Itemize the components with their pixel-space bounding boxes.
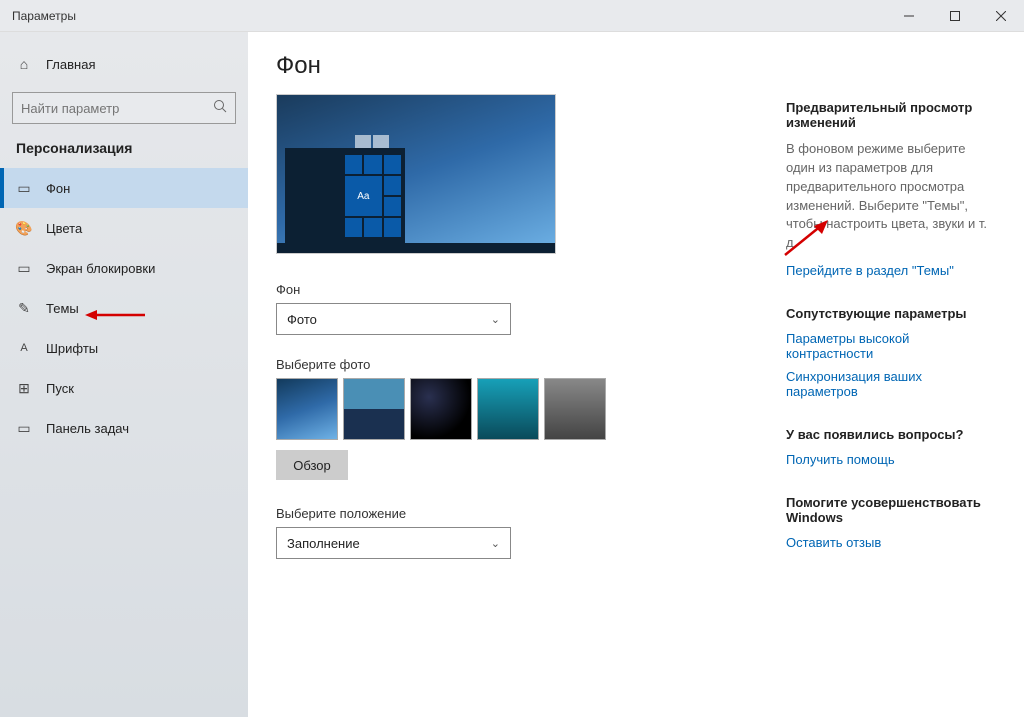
themes-icon: ✎	[16, 300, 32, 316]
main-content: Фон Aa Фон Фото ⌄ Выберите фото	[248, 32, 1024, 717]
sidebar-item-taskbar[interactable]: ▭ Панель задач	[0, 408, 248, 448]
thumbnail[interactable]	[410, 378, 472, 440]
related-title: Сопутствующие параметры	[786, 306, 996, 321]
close-button[interactable]	[978, 0, 1024, 32]
sidebar-item-label: Панель задач	[46, 421, 129, 436]
background-select[interactable]: Фото ⌄	[276, 303, 511, 335]
picture-icon: ▭	[16, 180, 32, 196]
page-title: Фон	[276, 52, 746, 80]
lockscreen-icon: ▭	[16, 260, 32, 276]
start-icon: ⊞	[16, 380, 32, 396]
search-input[interactable]	[21, 101, 213, 116]
background-select-value: Фото	[287, 312, 317, 327]
feedback-title: Помогите усовершенствовать Windows	[786, 495, 996, 525]
sync-settings-link[interactable]: Синхронизация ваших параметров	[786, 369, 996, 399]
thumbnail[interactable]	[477, 378, 539, 440]
annotation-arrow	[780, 220, 830, 260]
sidebar-item-label: Цвета	[46, 221, 82, 236]
feedback-link[interactable]: Оставить отзыв	[786, 535, 996, 550]
fit-select[interactable]: Заполнение ⌄	[276, 527, 511, 559]
sidebar-item-fonts[interactable]: A Шрифты	[0, 328, 248, 368]
home-link[interactable]: ⌂ Главная	[0, 44, 248, 84]
chevron-down-icon: ⌄	[491, 313, 500, 326]
window-title: Параметры	[12, 9, 76, 23]
minimize-button[interactable]	[886, 0, 932, 32]
side-panel: Предварительный просмотр изменений В фон…	[786, 52, 996, 697]
chevron-down-icon: ⌄	[491, 537, 500, 550]
background-label: Фон	[276, 282, 746, 297]
annotation-arrow	[85, 307, 145, 323]
sidebar-item-label: Темы	[46, 301, 79, 316]
photo-thumbnails	[276, 378, 746, 440]
search-box[interactable]	[12, 92, 236, 124]
browse-button[interactable]: Обзор	[276, 450, 348, 480]
help-title: У вас появились вопросы?	[786, 427, 996, 442]
palette-icon: 🎨	[16, 220, 32, 236]
sidebar-item-label: Шрифты	[46, 341, 98, 356]
sidebar-item-label: Фон	[46, 181, 70, 196]
sidebar-item-label: Экран блокировки	[46, 261, 155, 276]
choose-photo-label: Выберите фото	[276, 357, 746, 372]
sidebar: ⌂ Главная Персонализация ▭ Фон 🎨 Цвета ▭…	[0, 32, 248, 717]
title-bar: Параметры	[0, 0, 1024, 32]
fit-label: Выберите положение	[276, 506, 746, 521]
high-contrast-link[interactable]: Параметры высокой контрастности	[786, 331, 996, 361]
desktop-preview: Aa	[276, 94, 556, 254]
search-icon	[213, 99, 227, 118]
sidebar-item-background[interactable]: ▭ Фон	[0, 168, 248, 208]
preview-changes-title: Предварительный просмотр изменений	[786, 100, 996, 130]
home-icon: ⌂	[16, 56, 32, 72]
home-label: Главная	[46, 57, 95, 72]
get-help-link[interactable]: Получить помощь	[786, 452, 996, 467]
maximize-button[interactable]	[932, 0, 978, 32]
thumbnail[interactable]	[343, 378, 405, 440]
fonts-icon: A	[16, 340, 32, 356]
sidebar-item-label: Пуск	[46, 381, 74, 396]
window-controls	[886, 0, 1024, 32]
themes-link[interactable]: Перейдите в раздел "Темы"	[786, 263, 996, 278]
category-header: Персонализация	[0, 140, 248, 168]
taskbar-icon: ▭	[16, 420, 32, 436]
thumbnail[interactable]	[276, 378, 338, 440]
sidebar-item-colors[interactable]: 🎨 Цвета	[0, 208, 248, 248]
sidebar-item-start[interactable]: ⊞ Пуск	[0, 368, 248, 408]
fit-select-value: Заполнение	[287, 536, 360, 551]
thumbnail[interactable]	[544, 378, 606, 440]
sidebar-item-lockscreen[interactable]: ▭ Экран блокировки	[0, 248, 248, 288]
